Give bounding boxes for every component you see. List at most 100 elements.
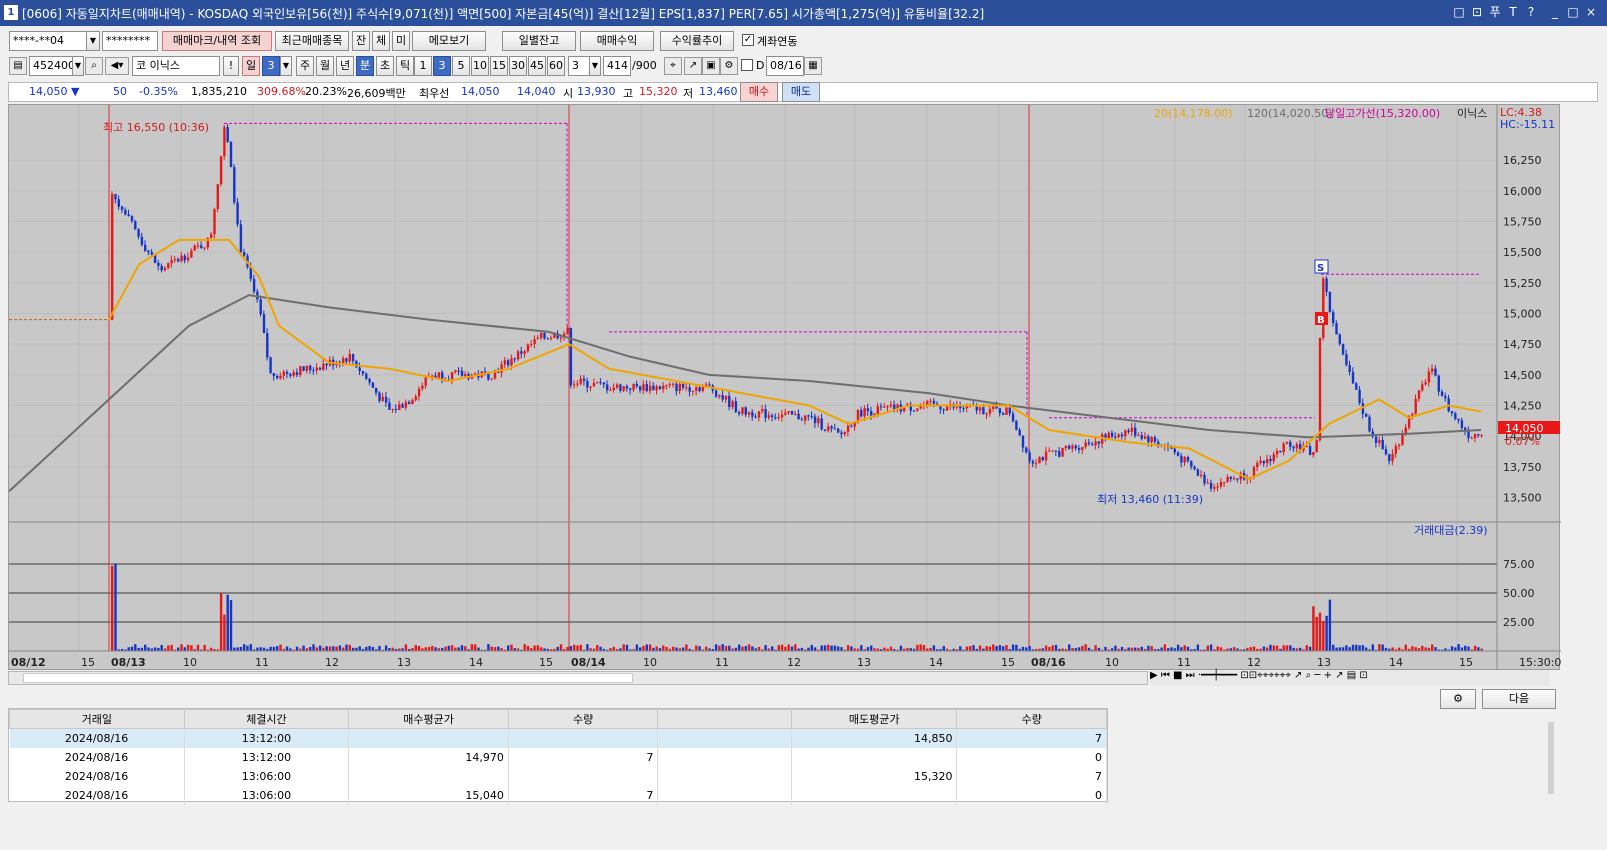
col-time[interactable]: 체결시간 <box>183 709 350 729</box>
col-sell-avg[interactable]: 매도평균가 <box>790 709 958 729</box>
price-tick-label: 15,500 <box>1503 246 1542 259</box>
volume-bar <box>1021 646 1025 651</box>
daily-balance-button[interactable]: 일별잔고 <box>502 31 576 51</box>
trade-profit-button[interactable]: 매매수익 <box>580 31 654 51</box>
table-row[interactable]: 2024/08/16 13:06:00 15,320 7 <box>9 766 1107 786</box>
candle-body <box>1048 450 1051 452</box>
save-icon[interactable]: ▣ <box>702 57 720 75</box>
crosshair-icon[interactable]: ⌖ <box>664 57 682 75</box>
calendar-icon[interactable]: ▦ <box>804 57 822 75</box>
count-input[interactable]: 414 <box>603 56 631 76</box>
d-checkbox[interactable] <box>741 59 753 71</box>
interval-45[interactable]: 45 <box>528 56 546 76</box>
interval-1[interactable]: 1 <box>414 56 432 76</box>
recent-trades-button[interactable]: 최근매매종목 <box>275 31 349 51</box>
alert-button[interactable]: ! <box>223 56 239 76</box>
maximize-icon[interactable]: □ <box>1566 4 1580 20</box>
volume-bar <box>827 644 830 651</box>
period-day-n[interactable]: 3 <box>262 56 280 76</box>
candle-body <box>648 385 652 392</box>
volume-bar <box>325 646 328 651</box>
col-buy-avg[interactable]: 매수평균가 <box>348 709 509 729</box>
volume-bar <box>942 645 945 651</box>
table-row[interactable]: 2024/08/16 13:12:00 14,970 7 0 <box>9 747 1107 767</box>
volume-bar <box>665 646 668 651</box>
chart-scrollbar[interactable] <box>8 671 1148 685</box>
period-second[interactable]: 초 <box>376 56 394 76</box>
volume-bar <box>239 646 243 651</box>
candle-body <box>840 432 843 435</box>
col-sell-qty[interactable]: 수량 <box>956 709 1107 729</box>
col-date[interactable]: 거래일 <box>9 709 185 729</box>
candle-body <box>596 382 599 384</box>
account-select[interactable]: ****-**04 <box>9 31 87 51</box>
pin-icon[interactable]: 푸 <box>1488 4 1502 20</box>
help-icon[interactable]: ? <box>1524 4 1538 20</box>
period-year[interactable]: 년 <box>336 56 354 76</box>
settings-button[interactable]: ⚙ <box>1440 689 1476 709</box>
interval-30[interactable]: 30 <box>509 56 527 76</box>
speaker-icon[interactable]: ◀▾ <box>105 57 129 75</box>
search-icon[interactable]: ⌕ <box>85 57 103 75</box>
candle-body <box>1077 448 1081 450</box>
period-minute[interactable]: 분 <box>356 56 374 76</box>
interval-input[interactable]: 3 <box>568 56 590 76</box>
grid-scrollbar[interactable] <box>1548 722 1554 794</box>
table-row[interactable]: 2024/08/16 13:12:00 14,850 7 <box>9 728 1107 748</box>
code-input[interactable]: 452400 <box>29 56 75 76</box>
font-icon[interactable]: T <box>1506 4 1520 20</box>
next-button[interactable]: 다음 <box>1482 689 1556 709</box>
volume-bar <box>1328 599 1332 651</box>
close-icon[interactable]: × <box>1584 4 1598 20</box>
executed-button[interactable]: 체 <box>372 31 390 51</box>
candle-body <box>378 392 381 401</box>
memo-button[interactable]: 메모보기 <box>412 31 486 51</box>
unexecuted-button[interactable]: 미 <box>392 31 410 51</box>
volume-bar <box>490 646 493 651</box>
trade-mark-lookup-button[interactable]: 매매마크/내역 조회 <box>162 31 272 51</box>
password-field[interactable]: ******** <box>102 31 158 51</box>
interval-60[interactable]: 60 <box>547 56 565 76</box>
candle-body <box>1038 457 1041 464</box>
interval-3[interactable]: 3 <box>433 56 451 76</box>
period-day[interactable]: 일 <box>242 56 260 76</box>
date-input[interactable]: 08/16 <box>766 56 804 76</box>
minimize-icon[interactable]: _ <box>1548 4 1562 20</box>
balance-button[interactable]: 잔 <box>352 31 370 51</box>
candle-body <box>1087 442 1091 444</box>
code-dropdown-icon[interactable]: ▼ <box>72 56 84 76</box>
interval-15[interactable]: 15 <box>490 56 508 76</box>
candle-body <box>1434 368 1437 376</box>
layout-icon[interactable]: ▤ <box>9 57 27 75</box>
sell-button[interactable]: 매도 <box>782 82 820 102</box>
col-buy-qty[interactable]: 수량 <box>507 709 659 729</box>
buy-button[interactable]: 매수 <box>740 82 778 102</box>
return-trend-button[interactable]: 수익률추이 <box>660 31 734 51</box>
volume-bar <box>183 647 186 651</box>
chart-nav-controls[interactable]: ▶ ⏮ ■ ⏭ ·━━┿━━━ ⊡⊡⌖⌖⌖⌖⌖⌖ ↗ ⌕ ─ + ↗ ▤ ⊡ <box>1150 670 1550 686</box>
candle-body <box>870 411 873 416</box>
day-dropdown-icon[interactable]: ▼ <box>280 56 292 76</box>
layout-icon[interactable]: ⊡ <box>1470 4 1484 20</box>
scroll-thumb[interactable] <box>23 673 633 683</box>
interval-dropdown-icon[interactable]: ▼ <box>589 56 601 76</box>
dock-icon[interactable]: □ <box>1452 4 1466 20</box>
account-dropdown-icon[interactable]: ▼ <box>86 31 100 51</box>
gear-icon[interactable]: ⚙ <box>720 57 738 75</box>
period-month[interactable]: 월 <box>316 56 334 76</box>
table-row[interactable]: 2024/08/16 13:06:00 15,040 7 0 <box>9 785 1107 805</box>
price-chart[interactable]: 16,250 16,000 15,750 15,500 15,250 15,000 14,7… <box>8 104 1568 671</box>
candle-body <box>813 416 817 424</box>
interval-5[interactable]: 5 <box>452 56 470 76</box>
period-tick[interactable]: 틱 <box>396 56 414 76</box>
period-week[interactable]: 주 <box>296 56 314 76</box>
draw-icon[interactable]: ↗ <box>684 57 702 75</box>
stock-name-field[interactable]: 코 이닉스 <box>132 56 220 76</box>
account-link-checkbox[interactable]: ✓ <box>742 34 754 46</box>
stock-name: 이닉스 <box>149 59 180 72</box>
interval-10[interactable]: 10 <box>471 56 489 76</box>
candle-body <box>1275 450 1279 455</box>
volume-bar <box>655 646 658 651</box>
candle-body <box>800 419 804 421</box>
candle-body <box>450 372 454 380</box>
